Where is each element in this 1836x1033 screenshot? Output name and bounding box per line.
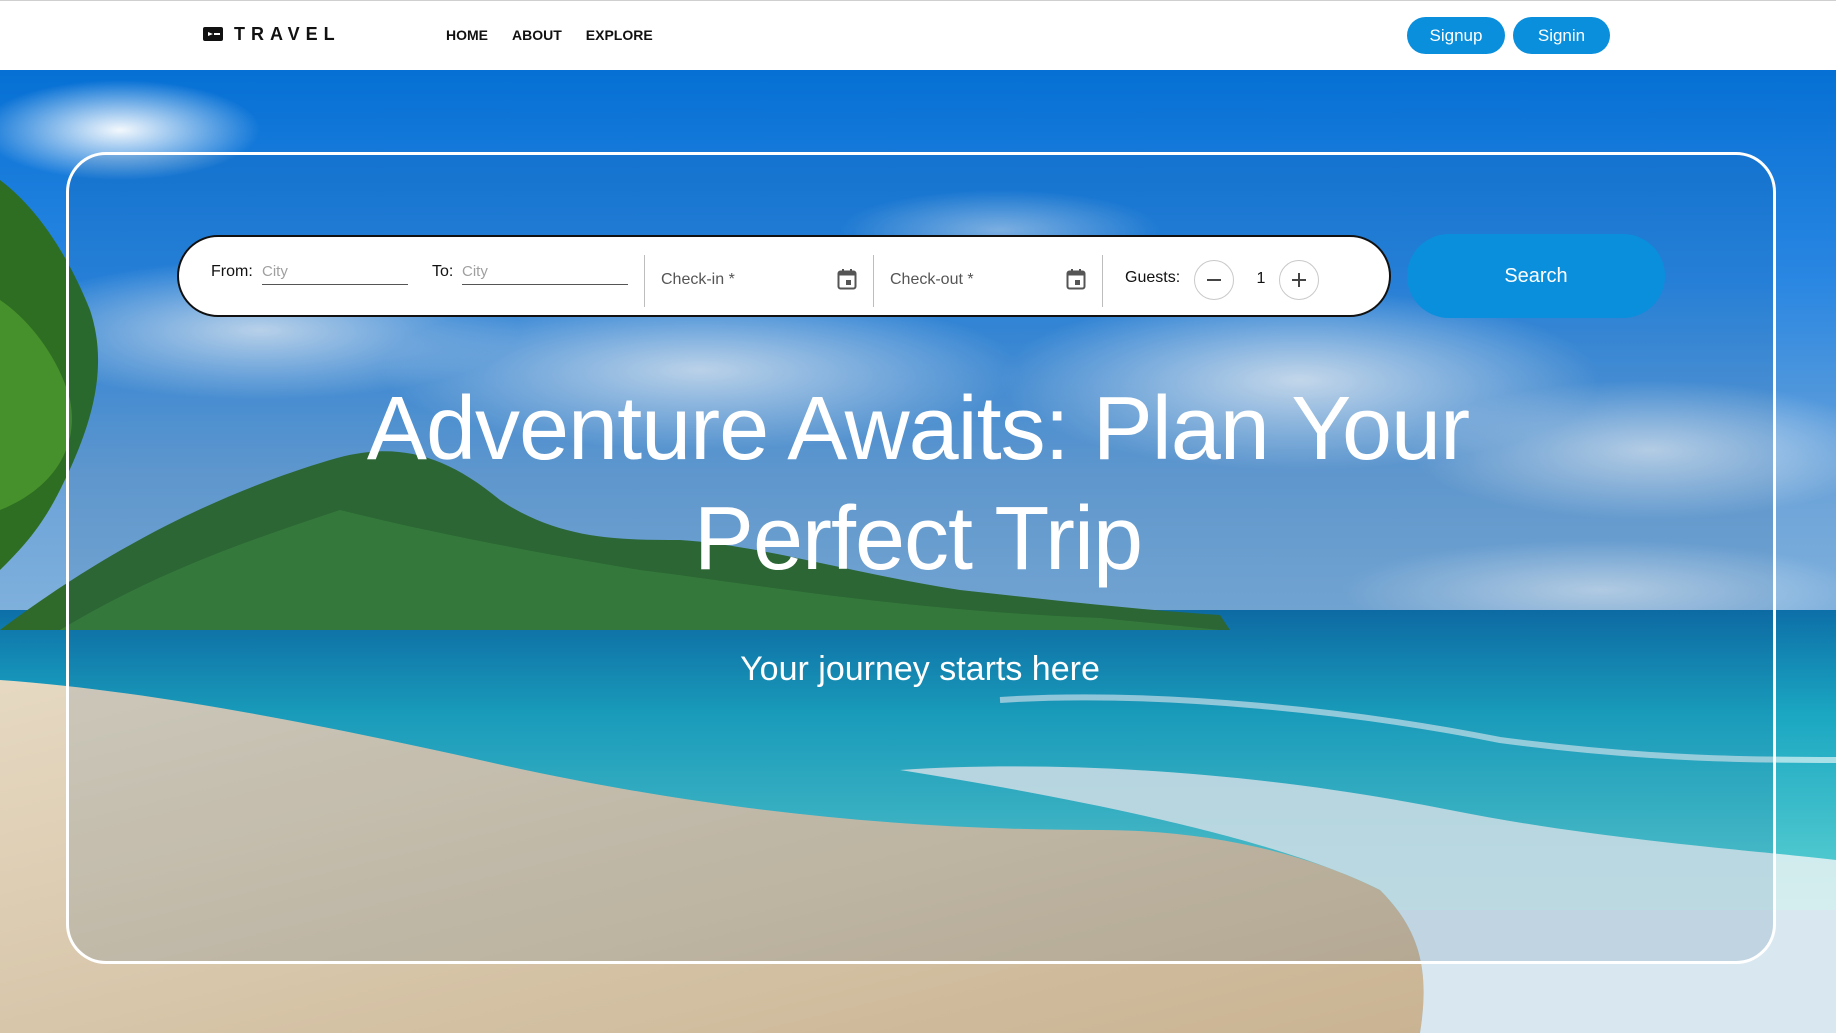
hero-subtitle: Your journey starts here xyxy=(740,650,1100,688)
guests-increment-button[interactable] xyxy=(1279,260,1319,300)
brand-name: TRAVEL xyxy=(234,23,341,44)
calendar-icon[interactable] xyxy=(1066,268,1086,290)
guests-label: Guests: xyxy=(1125,269,1181,286)
guests-decrement-button[interactable] xyxy=(1194,260,1234,300)
checkin-label: Check-in * xyxy=(661,271,735,288)
search-divider xyxy=(873,255,874,307)
nav-link-home[interactable]: HOME xyxy=(446,27,488,43)
to-label: To: xyxy=(432,263,454,280)
nav-link-explore[interactable]: EXPLORE xyxy=(586,27,653,43)
signup-button[interactable]: Signup xyxy=(1407,17,1505,54)
checkout-field[interactable]: Check-out * xyxy=(890,263,1086,295)
nav-link-about[interactable]: ABOUT xyxy=(512,27,562,43)
ticket-icon xyxy=(202,23,224,45)
search-button[interactable]: Search xyxy=(1407,234,1665,318)
search-divider xyxy=(644,255,645,307)
from-label: From: xyxy=(211,263,253,280)
checkin-field[interactable]: Check-in * xyxy=(661,263,857,295)
to-city-input[interactable] xyxy=(462,263,628,285)
calendar-icon[interactable] xyxy=(837,268,857,290)
from-city-input[interactable] xyxy=(262,263,408,285)
plus-icon xyxy=(1292,273,1306,287)
search-divider xyxy=(1102,255,1103,307)
checkout-label: Check-out * xyxy=(890,271,974,288)
minus-icon xyxy=(1207,279,1221,281)
hero-section: From: To: Check-in * Check-out * Guests:… xyxy=(0,70,1836,1033)
search-bar: From: To: Check-in * Check-out * Guests:… xyxy=(177,235,1391,317)
signin-button[interactable]: Signin xyxy=(1513,17,1610,54)
navbar: TRAVEL HOME ABOUT EXPLORE Signup Signin xyxy=(0,0,1836,70)
hero-title: Adventure Awaits: Plan Your Perfect Trip xyxy=(366,379,1470,589)
brand-logo[interactable]: TRAVEL xyxy=(202,23,341,45)
guests-count: 1 xyxy=(1256,270,1266,287)
nav-menu: HOME ABOUT EXPLORE xyxy=(446,27,677,43)
